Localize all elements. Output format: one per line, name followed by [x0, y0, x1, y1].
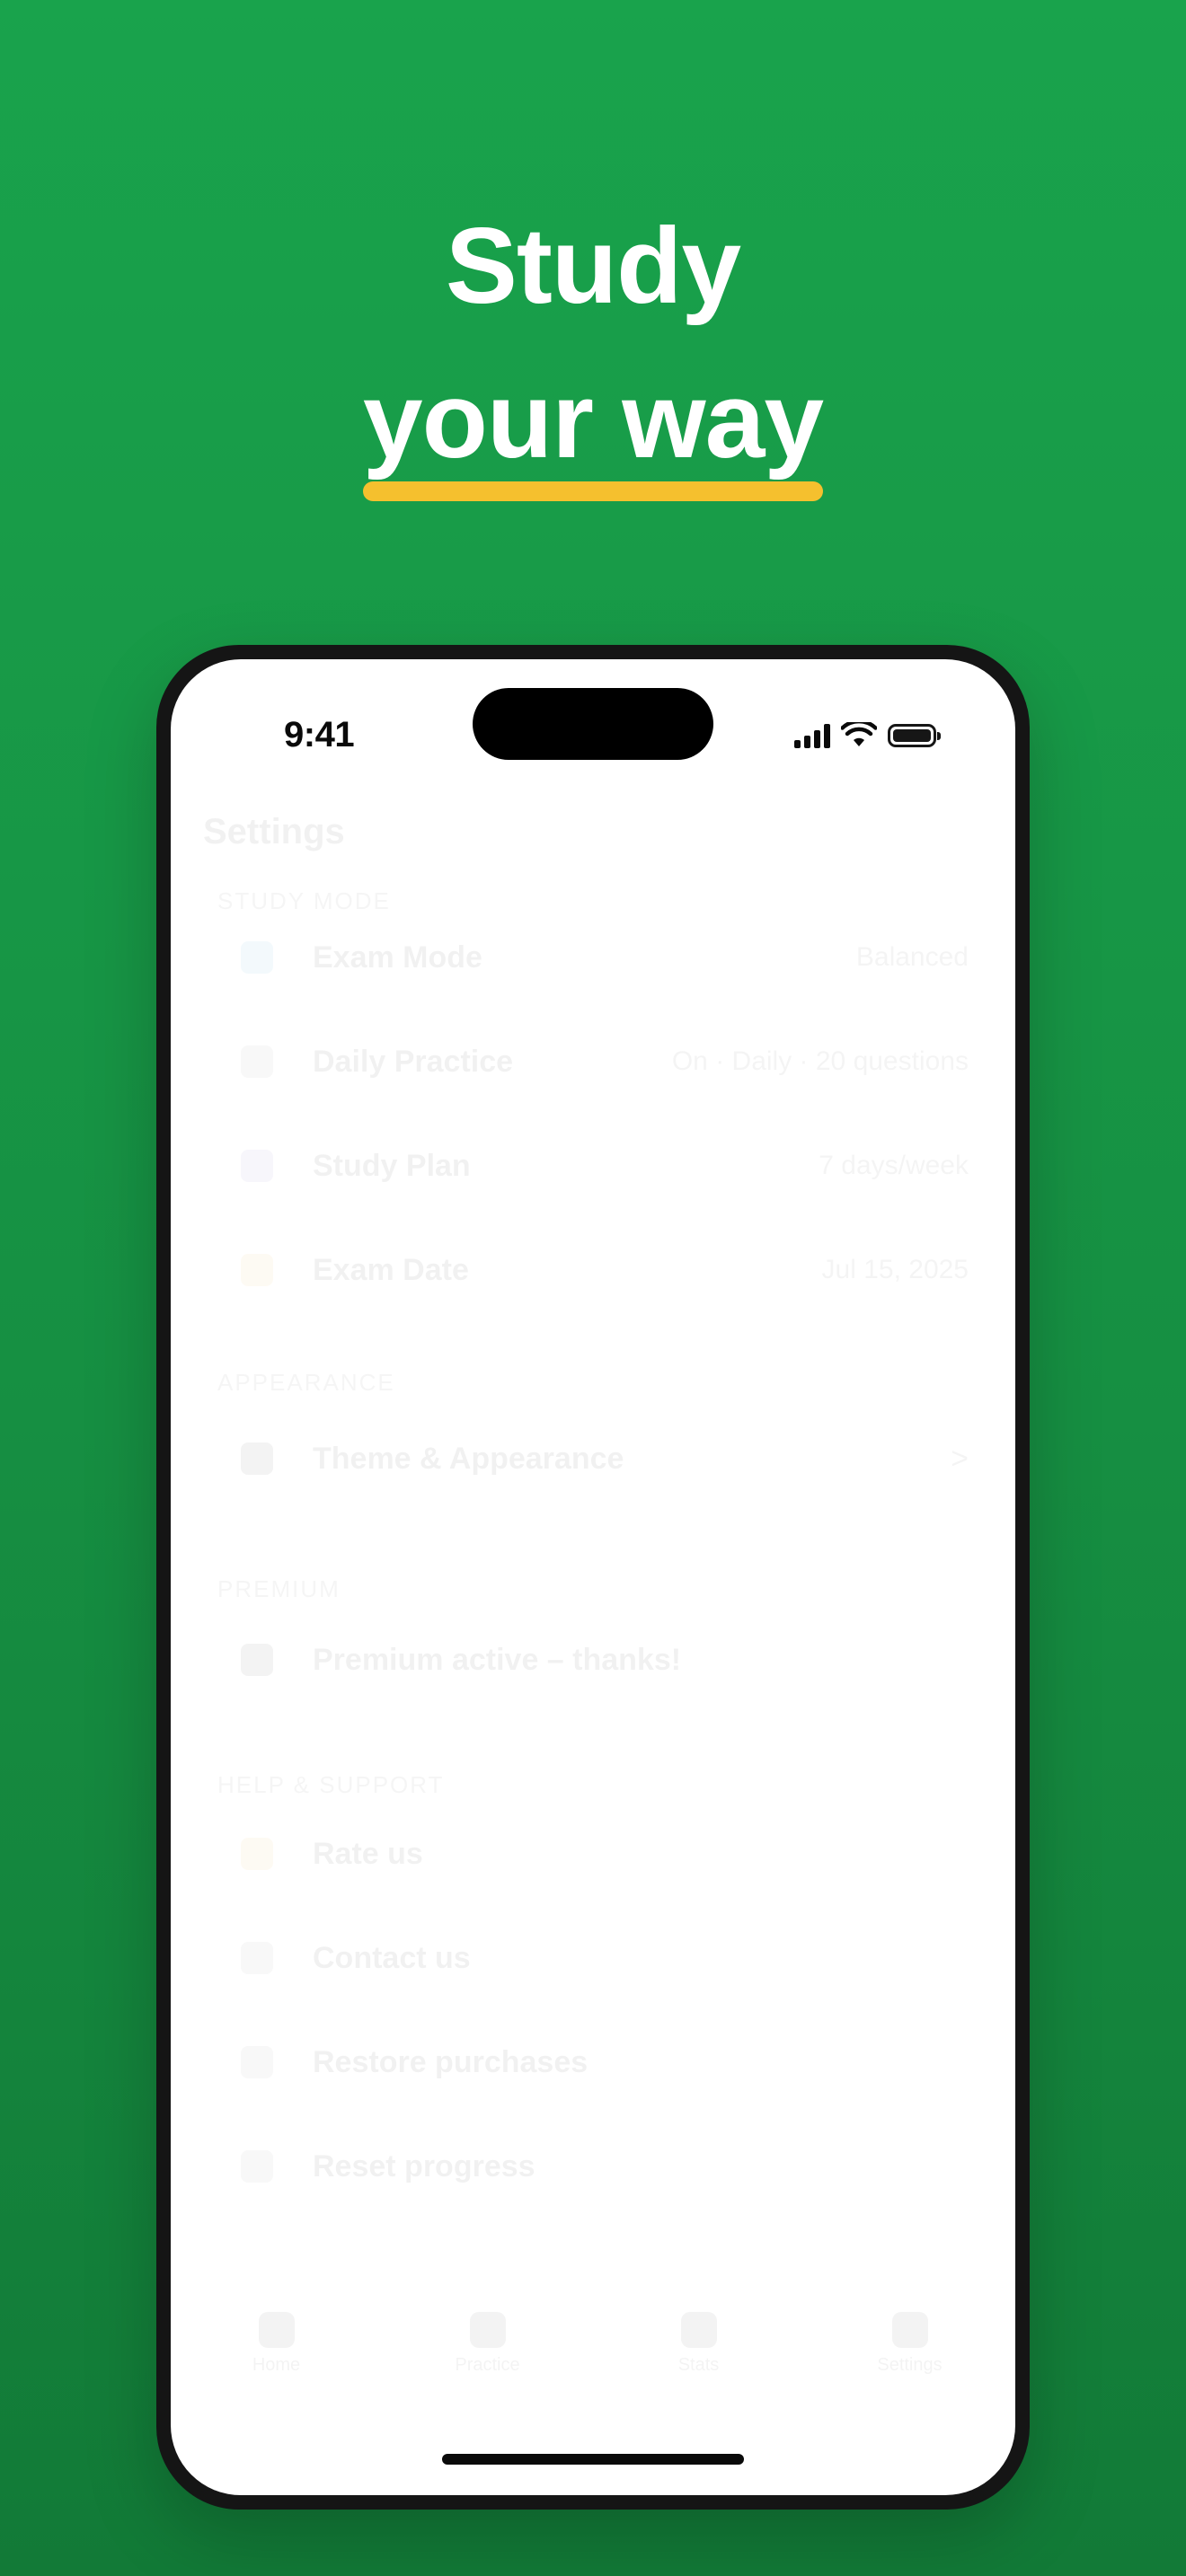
mail-icon [241, 1942, 273, 1974]
phone-screen: 9:41 Settings Study Mode [171, 659, 1015, 2495]
settings-icon [891, 2312, 928, 2348]
headline-line-2: your way [362, 360, 824, 481]
tab-label: Settings [877, 2355, 943, 2375]
status-time: 9:41 [284, 715, 355, 754]
row-reset-progress[interactable]: Reset progress [217, 2130, 969, 2202]
row-label: Rate us [313, 1836, 423, 1871]
headline-line-1: Study [445, 206, 741, 326]
tab-bar: Home Practice Stats Settings [171, 2312, 1015, 2393]
row-label: Restore purchases [313, 2044, 589, 2079]
settings-title: Settings [203, 812, 345, 851]
dynamic-island [473, 688, 713, 760]
stats-icon [680, 2312, 717, 2348]
premium-icon [241, 1644, 273, 1676]
row-restore-purchases[interactable]: Restore purchases [217, 2026, 969, 2098]
calendar-icon [241, 1254, 273, 1286]
section-header-study-mode: Study Mode [217, 887, 391, 914]
row-value: Balanced [855, 942, 969, 972]
row-label: Theme & Appearance [313, 1441, 624, 1476]
section-header-help: Help & Support [217, 1771, 445, 1798]
reset-icon [241, 2150, 273, 2183]
row-label: Premium active – thanks! [313, 1642, 682, 1677]
row-value: 7 days/week [819, 1151, 969, 1180]
tab-settings[interactable]: Settings [856, 2312, 964, 2393]
row-label: Study Plan [313, 1148, 471, 1183]
row-value: On · Daily · 20 questions [671, 1046, 969, 1076]
row-rate-us[interactable]: Rate us [217, 1818, 969, 1890]
row-theme[interactable]: Theme & Appearance > [217, 1423, 969, 1495]
home-indicator[interactable] [442, 2454, 744, 2465]
row-label: Reset progress [313, 2148, 535, 2183]
tab-home[interactable]: Home [223, 2312, 331, 2393]
chevron-right-icon: > [951, 1441, 969, 1476]
restore-icon [241, 2046, 273, 2078]
headline-underlined-text: your way [362, 343, 824, 501]
phone-frame: 9:41 Settings Study Mode [156, 645, 1030, 2510]
exam-mode-icon [241, 941, 273, 974]
headline-underline [362, 481, 824, 501]
study-plan-icon [241, 1150, 273, 1182]
row-label: Daily Practice [313, 1044, 514, 1079]
tab-label: Home [252, 2355, 301, 2375]
battery-icon [888, 724, 941, 747]
settings-screen: Settings Study Mode Exam Mode Balanced D… [171, 812, 1015, 2429]
section-header-premium: Premium [217, 1575, 341, 1602]
star-icon [241, 1838, 273, 1870]
tab-practice[interactable]: Practice [434, 2312, 542, 2393]
row-label: Exam Date [313, 1252, 469, 1287]
section-header-appearance: Appearance [217, 1369, 395, 1396]
headline-line-2-wrap: your way [0, 343, 1186, 501]
wifi-icon [841, 722, 877, 746]
row-daily-practice[interactable]: Daily Practice On · Daily · 20 questions [217, 1026, 969, 1098]
row-premium[interactable]: Premium active – thanks! [217, 1624, 969, 1696]
status-icons [794, 720, 941, 751]
daily-practice-icon [241, 1045, 273, 1078]
row-exam-mode[interactable]: Exam Mode Balanced [217, 922, 969, 993]
row-exam-date[interactable]: Exam Date Jul 15, 2025 [217, 1234, 969, 1306]
signal-icon [794, 723, 830, 748]
tab-stats[interactable]: Stats [645, 2312, 753, 2393]
row-label: Contact us [313, 1940, 471, 1975]
home-icon [258, 2312, 295, 2348]
tab-label: Practice [455, 2355, 520, 2375]
practice-icon [469, 2312, 506, 2348]
row-label: Exam Mode [313, 940, 482, 975]
row-contact-us[interactable]: Contact us [217, 1922, 969, 1994]
headline: Study your way [0, 189, 1186, 501]
theme-icon [241, 1442, 273, 1475]
tab-label: Stats [677, 2355, 720, 2375]
row-value: Jul 15, 2025 [821, 1255, 969, 1284]
row-study-plan[interactable]: Study Plan 7 days/week [217, 1130, 969, 1202]
